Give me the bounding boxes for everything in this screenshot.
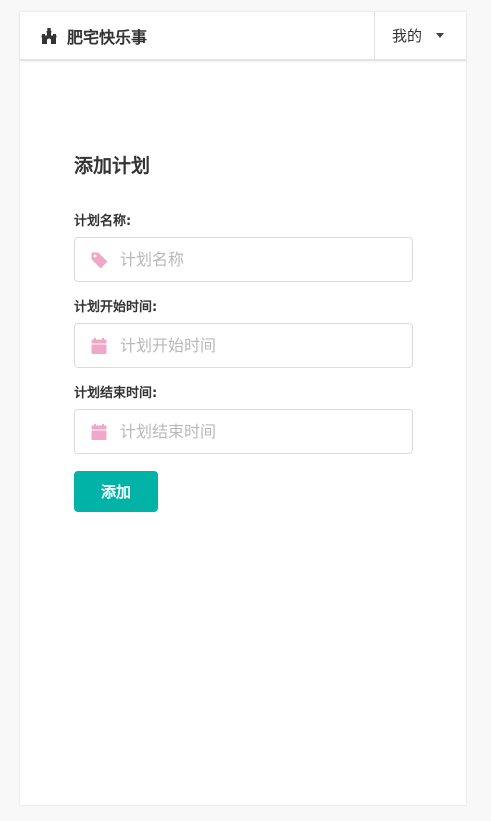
page-container: 肥宅快乐事 我的 添加计划 计划名称: 计划开始时间: <box>20 12 466 805</box>
navbar: 肥宅快乐事 我的 <box>20 12 466 61</box>
user-menu-dropdown[interactable]: 我的 <box>374 12 466 59</box>
add-button[interactable]: 添加 <box>74 471 158 512</box>
castle-icon <box>41 27 57 44</box>
plan-name-input-wrapper <box>74 237 413 282</box>
plan-end-time-label: 计划结束时间: <box>74 386 158 401</box>
plan-start-time-input-wrapper <box>74 323 413 368</box>
plan-name-input[interactable] <box>75 238 412 281</box>
plan-name-label: 计划名称: <box>74 214 132 229</box>
caret-down-icon <box>436 33 445 38</box>
add-plan-form: 添加计划 计划名称: 计划开始时间: <box>74 152 414 512</box>
plan-end-time-input[interactable] <box>75 410 412 453</box>
form-title: 添加计划 <box>74 155 151 177</box>
plan-start-time-input[interactable] <box>75 324 412 367</box>
brand-title: 肥宅快乐事 <box>67 27 148 47</box>
field-plan-name: 计划名称: <box>74 213 414 282</box>
brand[interactable]: 肥宅快乐事 <box>40 12 147 59</box>
user-menu-label: 我的 <box>392 27 423 45</box>
field-plan-start-time: 计划开始时间: <box>74 299 414 368</box>
field-plan-end-time: 计划结束时间: <box>74 385 414 454</box>
plan-end-time-input-wrapper <box>74 409 413 454</box>
plan-start-time-label: 计划开始时间: <box>74 300 158 315</box>
